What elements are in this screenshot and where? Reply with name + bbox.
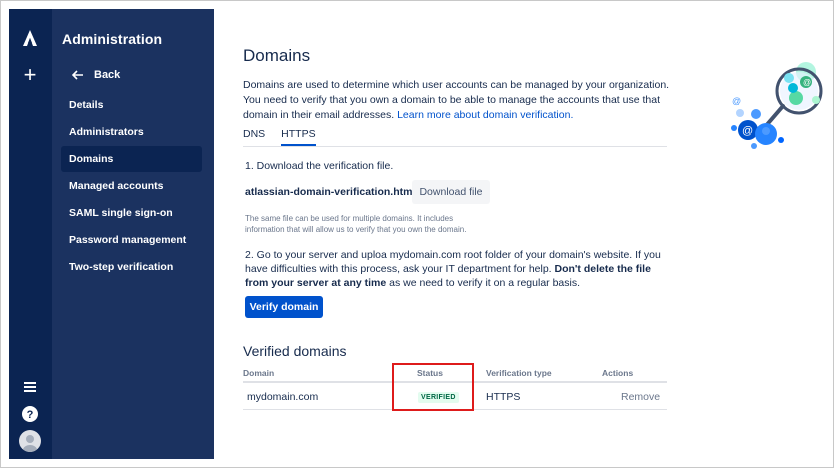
avatar[interactable] — [19, 430, 41, 452]
remove-link[interactable]: Remove — [621, 391, 660, 403]
tab-https[interactable]: HTTPS — [281, 128, 316, 146]
menu-icon[interactable] — [21, 379, 39, 395]
tab-divider — [243, 146, 667, 147]
svg-text:@: @ — [742, 125, 753, 137]
arrow-left-icon — [72, 70, 83, 80]
verify-domain-button[interactable]: Verify domain — [245, 296, 323, 318]
header-domain: Domain — [243, 368, 275, 378]
row-domain: mydomain.com — [247, 391, 319, 403]
step-2-domain: mydomain.com — [389, 249, 461, 261]
sidebar-item-details[interactable]: Details — [61, 92, 202, 118]
sidebar-item-password-management[interactable]: Password management — [61, 227, 202, 253]
help-icon[interactable]: ? — [21, 405, 39, 423]
domain-magnifier-illustration-icon: @ @ @ — [731, 62, 823, 149]
verified-domains-title: Verified domains — [243, 343, 347, 359]
header-actions: Actions — [602, 368, 634, 378]
step-2-part-c: as we need to verify it on a regular bas… — [386, 277, 581, 289]
back-label: Back — [94, 69, 121, 81]
verification-file-name: atlassian-domain-verification.html — [245, 186, 416, 198]
plus-icon[interactable]: + — [19, 64, 41, 86]
svg-text:@: @ — [803, 78, 811, 87]
sidebar-item-two-step-verification[interactable]: Two-step verification — [61, 254, 202, 280]
sidebar-item-saml-sso[interactable]: SAML single sign-on — [61, 200, 202, 226]
sidebar-item-domains[interactable]: Domains — [61, 146, 202, 172]
step-2-part-a: 2. Go to your server and uploa — [245, 249, 387, 261]
header-verification-type: Verification type — [486, 368, 552, 378]
page-description: Domains are used to determine which user… — [243, 78, 673, 123]
sidebar-item-administrators[interactable]: Administrators — [61, 119, 202, 145]
user-avatar-icon — [23, 435, 37, 452]
file-note: The same file can be used for multiple d… — [245, 214, 467, 234]
admin-sidebar: Administration Back Details Administrato… — [52, 9, 214, 459]
status-highlight-box — [392, 363, 474, 411]
page-title: Domains — [243, 46, 311, 65]
learn-more-link[interactable]: Learn more about domain verification. — [397, 109, 573, 121]
verification-tabs: DNS HTTPS — [243, 128, 332, 146]
global-nav: + ? — [9, 9, 52, 459]
atlassian-logo-icon[interactable] — [21, 29, 39, 47]
download-file-button[interactable]: Download file — [412, 180, 490, 204]
row-verification-type: HTTPS — [486, 391, 521, 403]
step-2-text: 2. Go to your server and uploa mydomain.… — [245, 248, 673, 290]
tab-dns[interactable]: DNS — [243, 128, 265, 146]
step-1-text: 1. Download the verification file. — [245, 160, 394, 172]
back-link[interactable]: Back — [72, 69, 120, 81]
sidebar-title: Administration — [62, 31, 163, 47]
sidebar-item-managed-accounts[interactable]: Managed accounts — [61, 173, 202, 199]
svg-text:@: @ — [732, 96, 741, 106]
svg-text:?: ? — [27, 409, 34, 421]
